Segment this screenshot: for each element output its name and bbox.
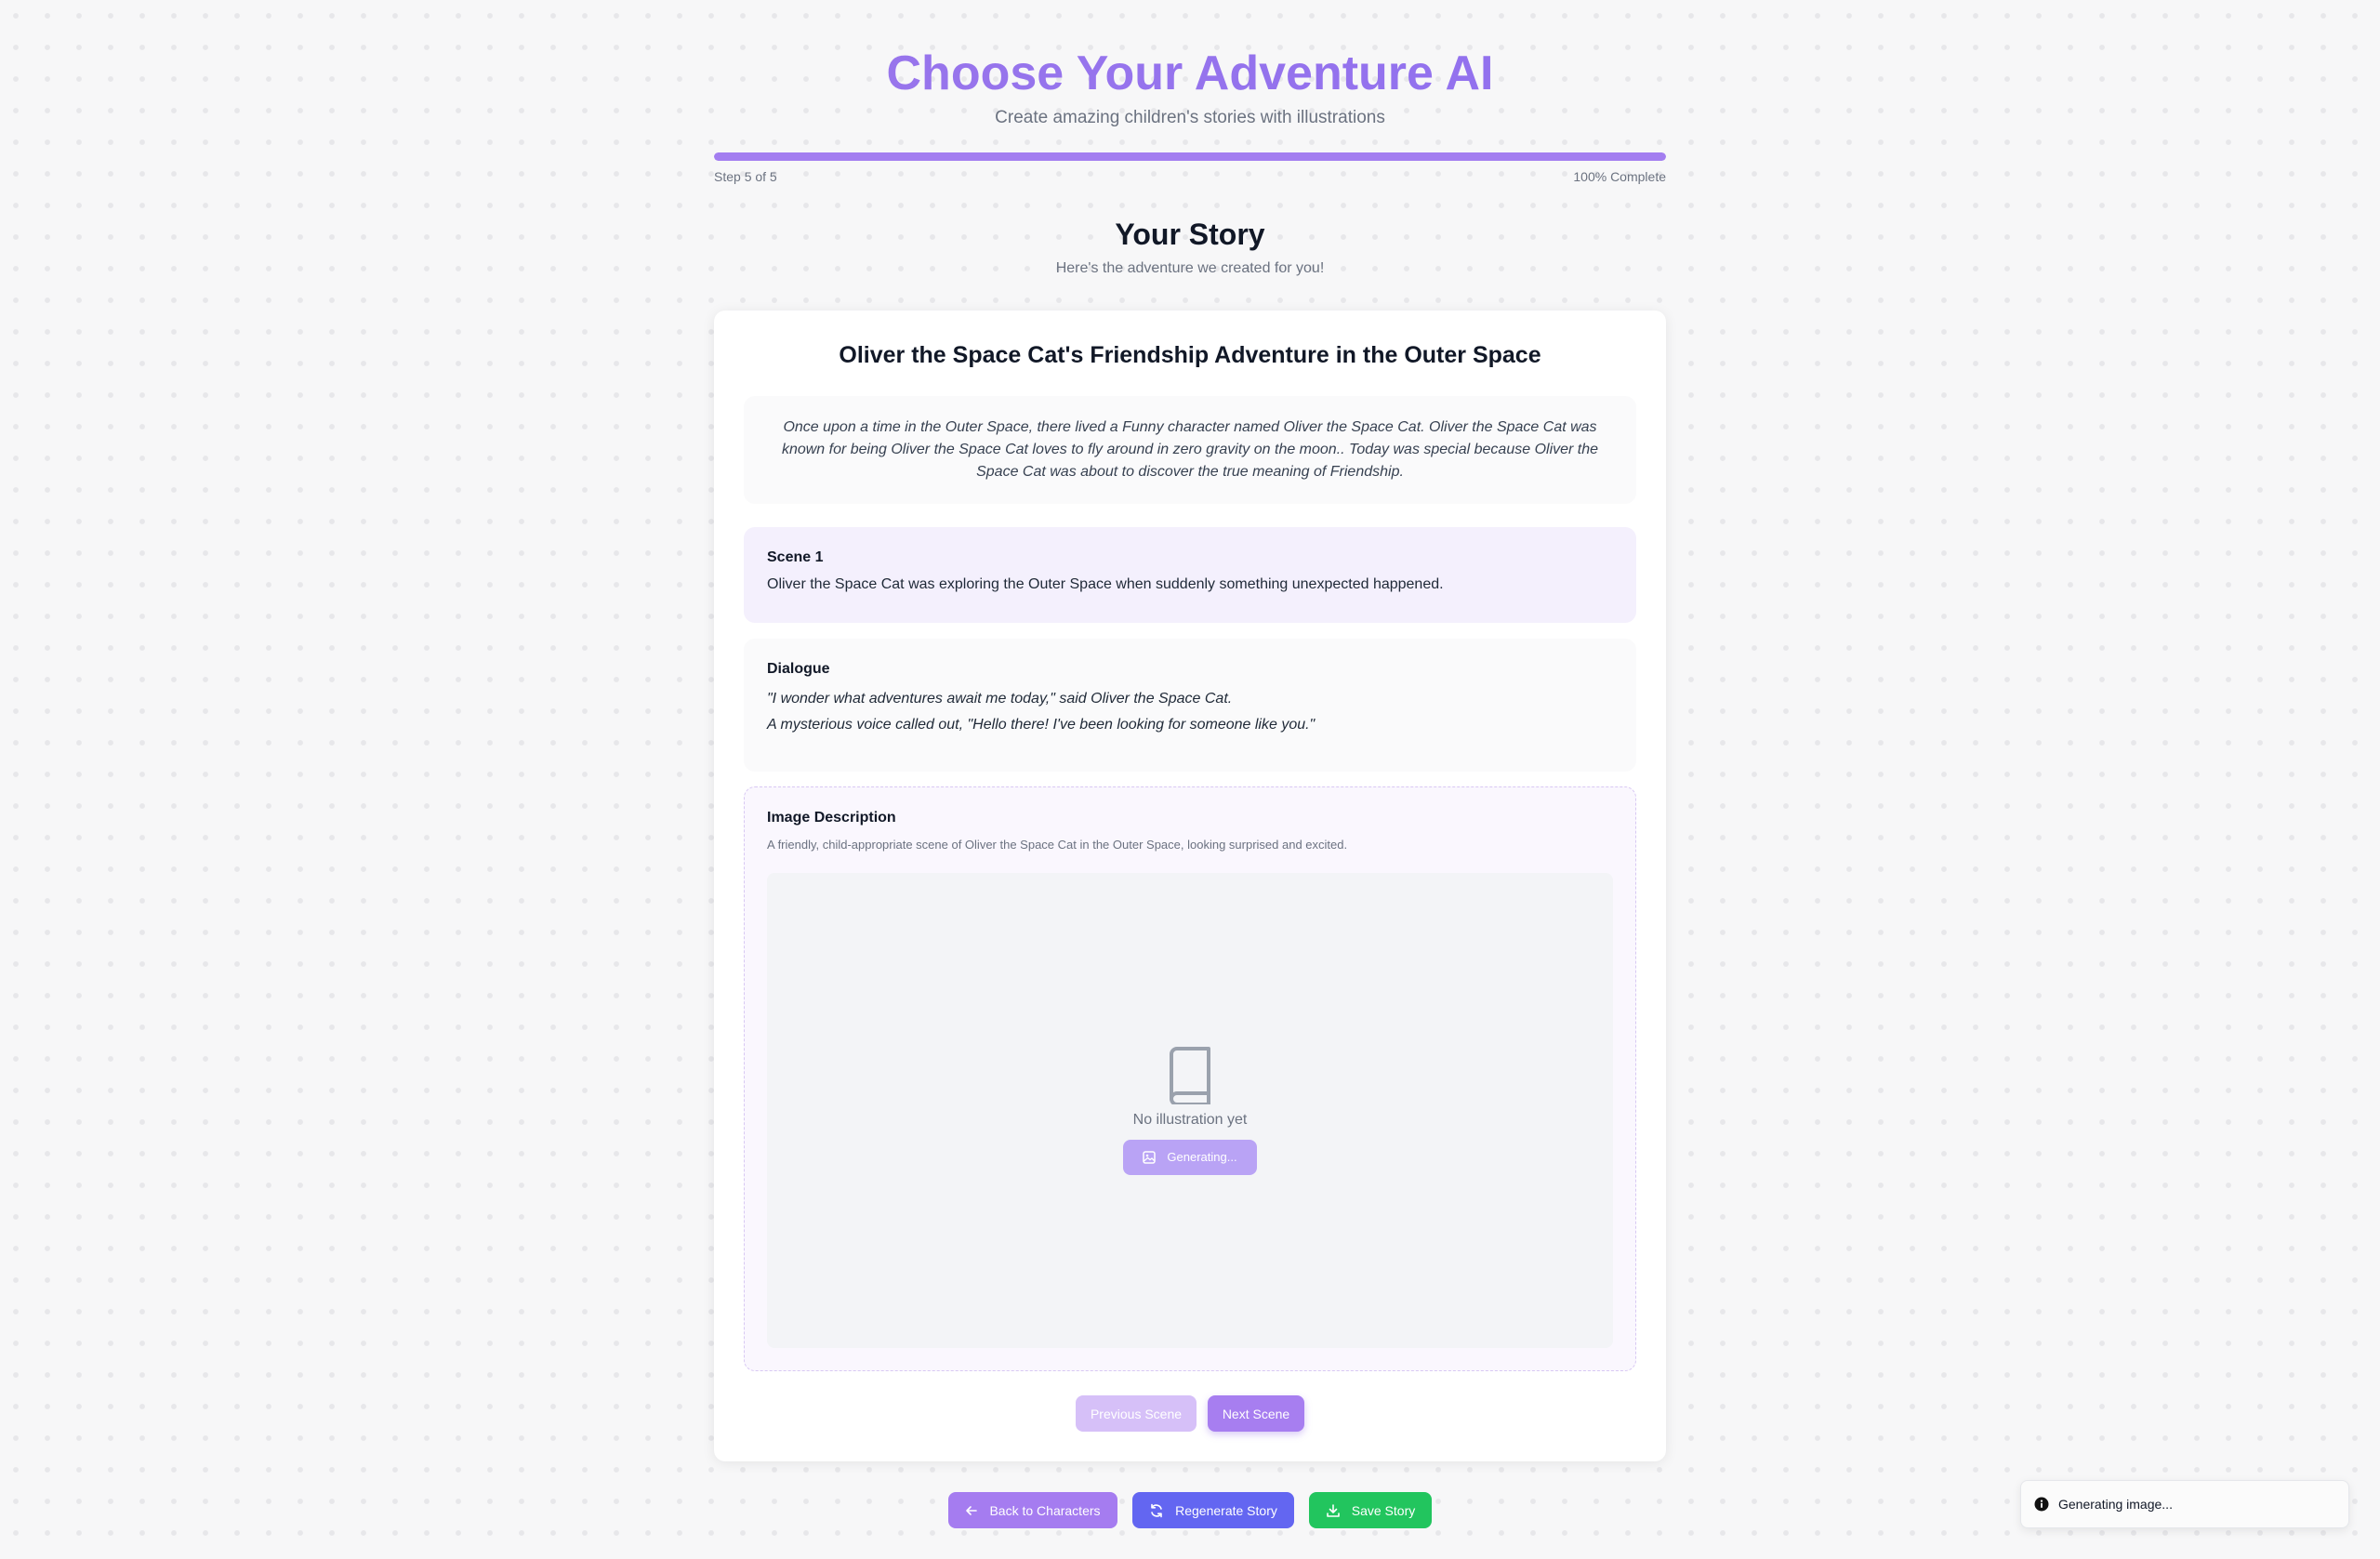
regenerate-story-button[interactable]: Regenerate Story <box>1132 1492 1294 1528</box>
placeholder-text: No illustration yet <box>1132 1111 1248 1128</box>
toast-notification: Generating image... <box>2020 1480 2349 1528</box>
dialogue-line: A mysterious voice called out, "Hello th… <box>767 717 1316 733</box>
progress-complete-label: 100% Complete <box>1573 169 1666 184</box>
image-description-block: Image Description A friendly, child-appr… <box>744 786 1636 1371</box>
progress-fill <box>714 152 1666 161</box>
image-description-text: A friendly, child-appropriate scene of O… <box>767 838 1348 852</box>
generate-image-label: Generating... <box>1167 1150 1237 1164</box>
scene-label: Scene 1 <box>767 549 824 565</box>
save-story-label: Save Story <box>1351 1502 1416 1518</box>
image-icon <box>1143 1150 1157 1164</box>
story-title: Oliver the Space Cat's Friendship Advent… <box>839 342 1541 368</box>
app-header: Choose Your Adventure AI Create amazing … <box>0 41 2380 128</box>
book-icon <box>1166 1046 1214 1104</box>
regenerate-story-label: Regenerate Story <box>1175 1502 1277 1518</box>
section-title: Your Story <box>1115 218 1265 251</box>
scene-text: Oliver the Space Cat was exploring the O… <box>767 576 1444 592</box>
app-title: Choose Your Adventure AI <box>0 41 2380 106</box>
story-card: Oliver the Space Cat's Friendship Advent… <box>714 310 1666 1461</box>
section-header: Your Story Here's the adventure we creat… <box>0 214 2380 277</box>
dialogue-block: Dialogue "I wonder what adventures await… <box>744 639 1636 772</box>
image-description-label: Image Description <box>767 810 896 826</box>
progress-step-label: Step 5 of 5 <box>714 169 777 184</box>
next-scene-button[interactable]: Next Scene <box>1208 1395 1304 1432</box>
arrow-left-icon <box>965 1504 978 1517</box>
download-icon <box>1326 1503 1341 1518</box>
refresh-icon <box>1149 1503 1164 1518</box>
info-icon <box>2034 1497 2049 1512</box>
section-subtitle: Here's the adventure we created for you! <box>1055 260 1325 276</box>
save-story-button[interactable]: Save Story <box>1309 1492 1432 1528</box>
scene-navigation: Previous Scene Next Scene <box>714 1395 1666 1432</box>
story-intro-text: Once upon a time in the Outer Space, the… <box>781 419 1599 480</box>
back-to-characters-label: Back to Characters <box>989 1502 1101 1518</box>
back-to-characters-button[interactable]: Back to Characters <box>948 1492 1117 1528</box>
story-intro: Once upon a time in the Outer Space, the… <box>744 396 1636 504</box>
generate-image-button[interactable]: Generating... <box>1123 1139 1257 1175</box>
dialogue-line: "I wonder what adventures await me today… <box>767 691 1233 707</box>
dialogue-label: Dialogue <box>767 661 830 677</box>
toast-text: Generating image... <box>2058 1497 2173 1512</box>
scene-block: Scene 1 Oliver the Space Cat was explori… <box>744 527 1636 623</box>
progress-bar <box>714 152 1666 161</box>
illustration-placeholder: No illustration yet Generating... <box>767 873 1613 1348</box>
previous-scene-button[interactable]: Previous Scene <box>1076 1395 1197 1432</box>
app-subtitle: Create amazing children's stories with i… <box>995 108 1385 127</box>
progress-section: Step 5 of 5 100% Complete <box>714 152 1666 184</box>
